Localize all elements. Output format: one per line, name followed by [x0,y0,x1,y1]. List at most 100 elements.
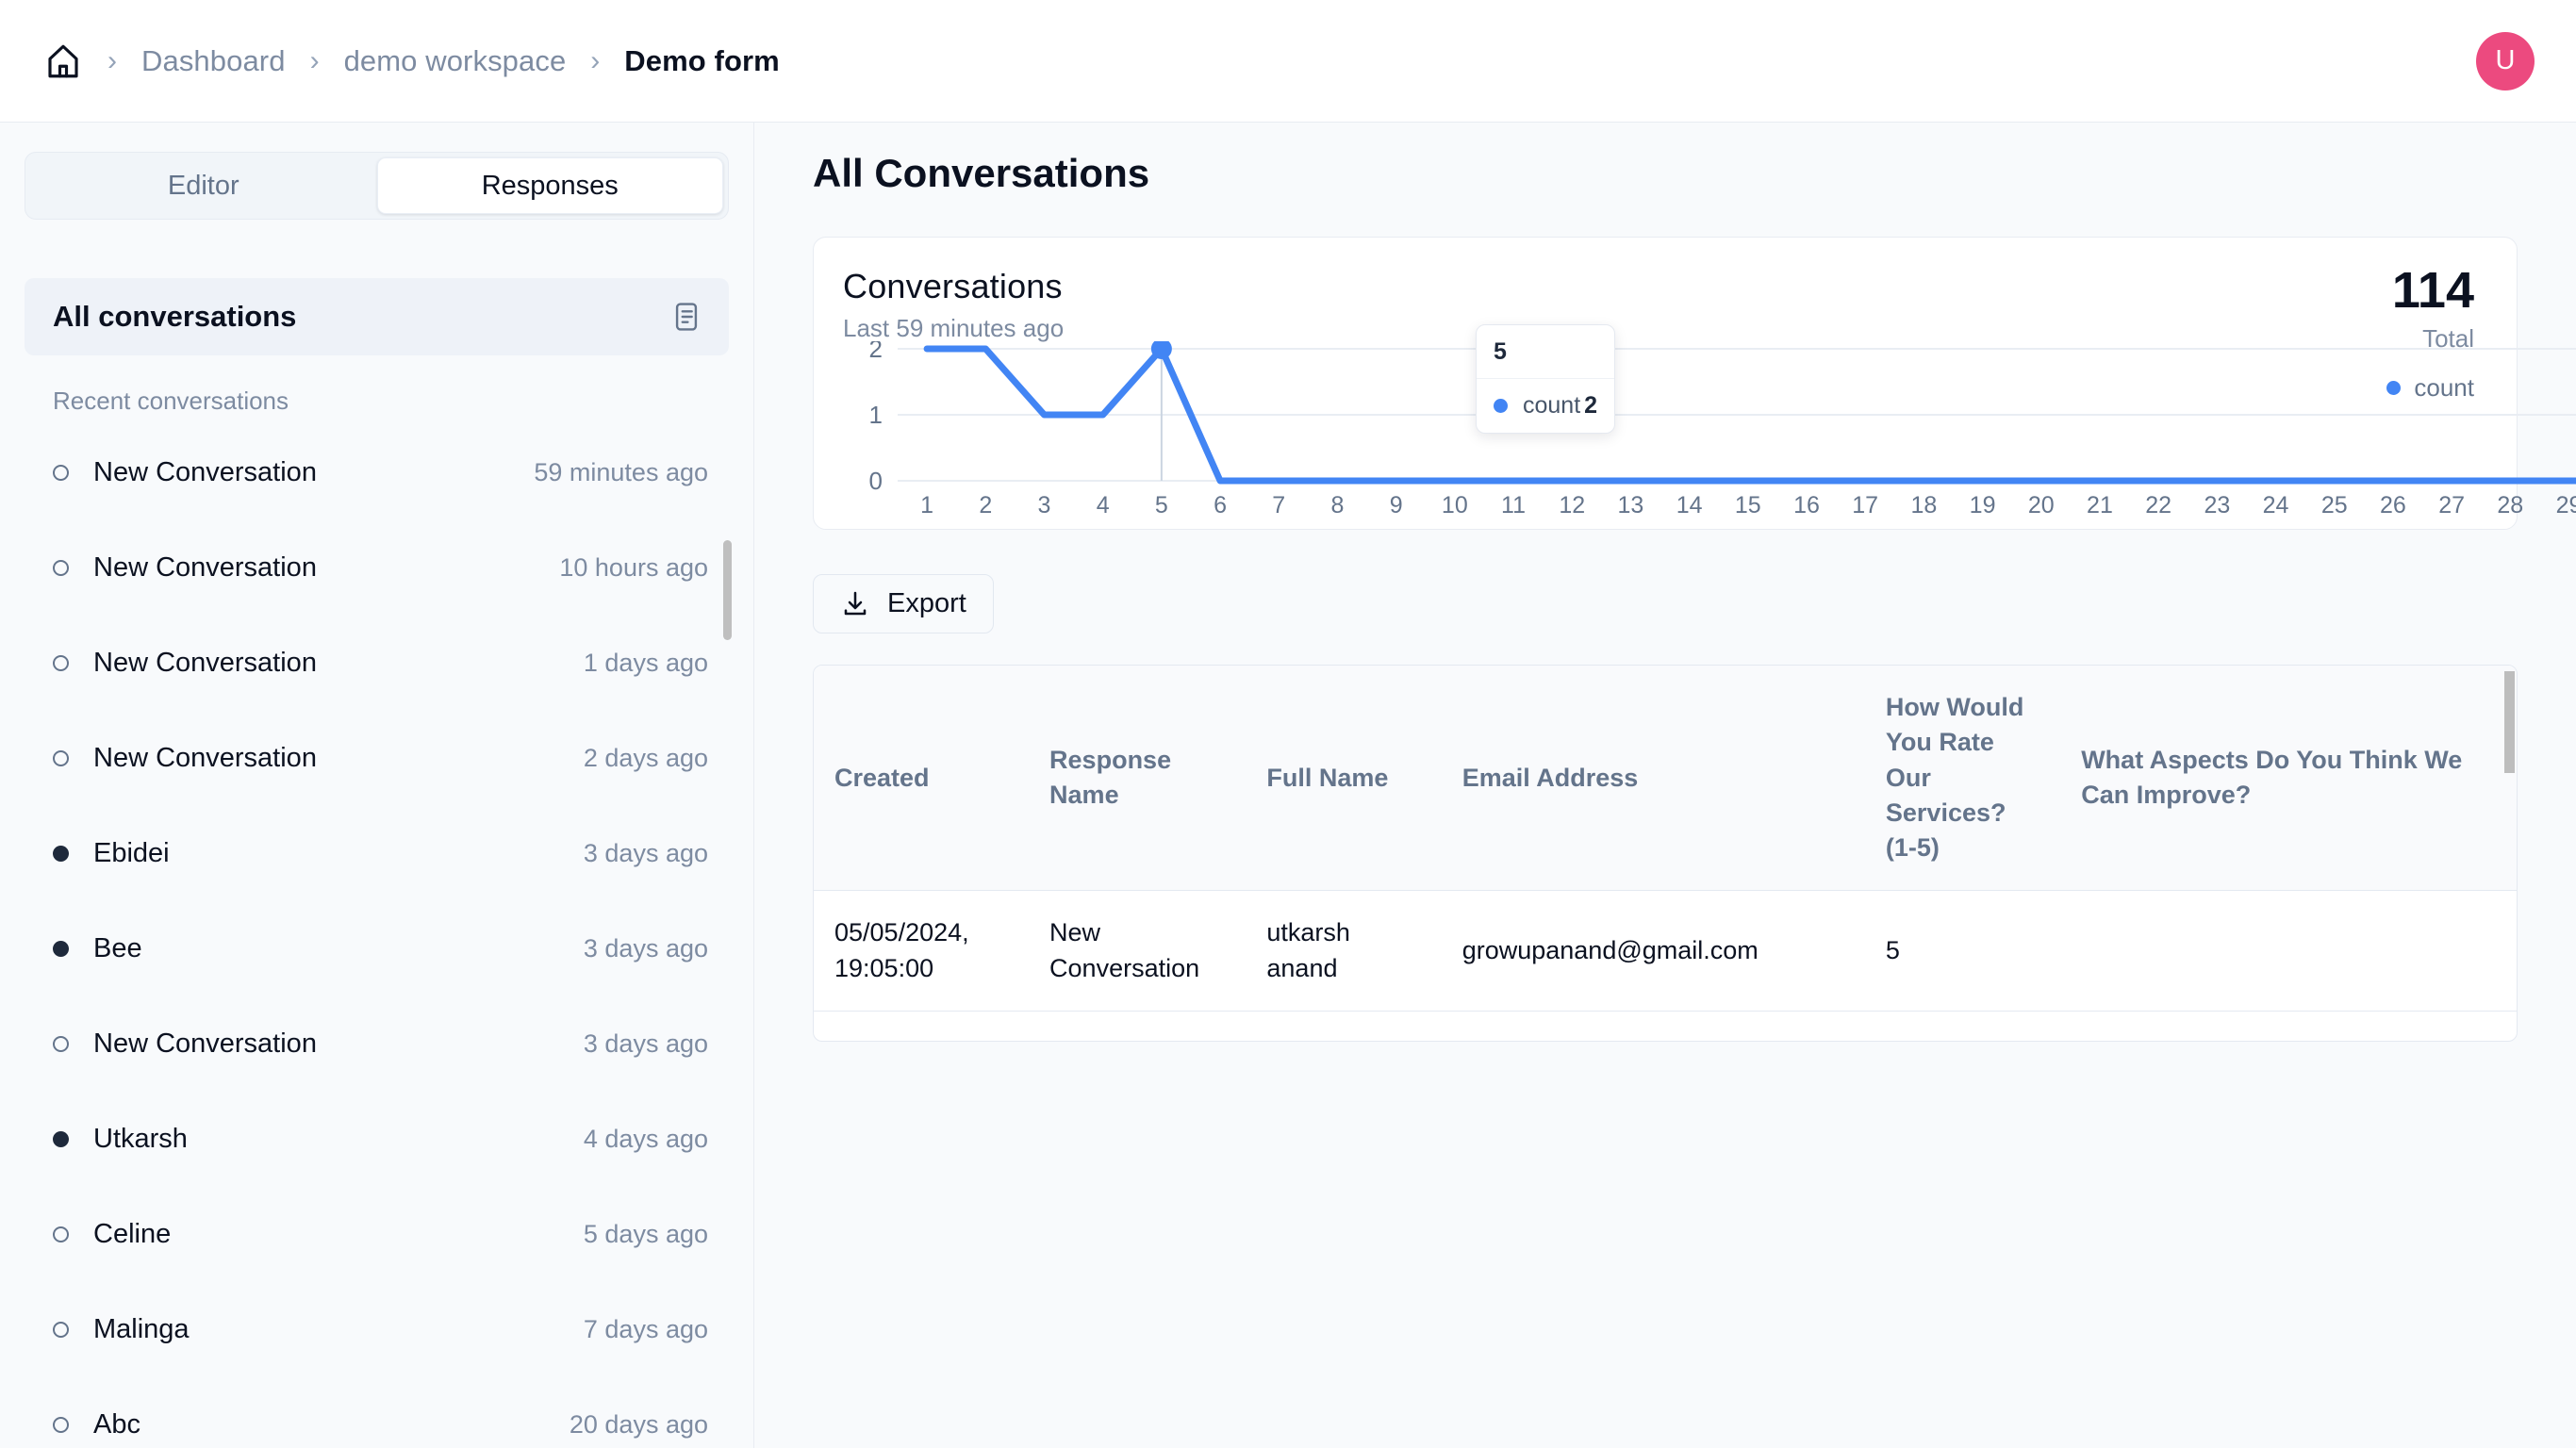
svg-text:5: 5 [1155,492,1168,518]
tab-responses-label: Responses [481,170,619,201]
column-header-full-name[interactable]: Full Name [1246,666,1442,892]
status-dot-icon [53,560,69,576]
breadcrumb-item-current: Demo form [624,43,780,77]
svg-text:21: 21 [2087,492,2113,518]
sidebar-scrollbar[interactable] [723,540,732,640]
svg-text:25: 25 [2321,492,2348,518]
breadcrumb-item-workspace[interactable]: demo workspace [344,44,567,78]
avatar[interactable]: U [2476,31,2535,90]
svg-text:7: 7 [1272,492,1285,518]
cell-response-name: New Conversation [1029,890,1247,1012]
column-header-improve[interactable]: What Aspects Do You Think We Can Improve… [2060,666,2517,892]
status-dot-icon [53,846,69,862]
conversation-time: 5 days ago [583,1220,708,1248]
svg-text:26: 26 [2380,492,2406,518]
conversation-name: Malinga [93,1314,190,1344]
table-row[interactable]: 05/05/2024, 19:05:00 New Conversation ut… [814,890,2517,1012]
chart-title: Conversations [843,267,1063,305]
conversation-time: 2 days ago [583,744,708,772]
conversation-name: Ebidei [93,838,170,868]
column-header-rating[interactable]: How Would You Rate Our Services? (1-5) [1864,666,2061,892]
list-item[interactable]: New Conversation 59 minutes ago [25,425,729,520]
conversation-name: Celine [93,1219,172,1249]
tab-editor-label: Editor [167,170,239,201]
list-item[interactable]: Utkarsh 4 days ago [25,1092,729,1187]
list-item[interactable]: New Conversation 2 days ago [25,711,729,806]
svg-text:17: 17 [1852,492,1878,518]
list-item[interactable]: Bee 3 days ago [25,901,729,996]
svg-text:2: 2 [979,492,992,518]
column-header-response-name[interactable]: Response Name [1029,666,1247,892]
conversation-time: 4 days ago [583,1125,708,1153]
svg-text:9: 9 [1390,492,1403,518]
download-icon [840,589,870,619]
status-dot-icon [53,655,69,671]
table-header: Created Response Name Full Name Email Ad… [814,666,2517,892]
table-header-row: Created Response Name Full Name Email Ad… [814,666,2517,892]
column-header-created[interactable]: Created [814,666,1030,892]
table-row[interactable]: 05/05/2024, 09:37:20 New Conversation [814,1011,2517,1041]
breadcrumb-item-dashboard[interactable]: Dashboard [141,44,286,78]
page-body: Editor Responses All conversations Recen… [0,123,2576,1448]
conversation-name: Abc [93,1409,140,1440]
export-button[interactable]: Export [813,574,994,634]
column-header-email-address[interactable]: Email Address [1441,666,1865,892]
conversation-time: 20 days ago [569,1410,708,1439]
document-list-icon[interactable] [670,301,702,333]
cell-response-name: New Conversation [1029,1011,1247,1041]
tab-responses[interactable]: Responses [376,157,723,214]
svg-text:10: 10 [1442,492,1468,518]
cell-created: 05/05/2024, 09:37:20 [814,1011,1030,1041]
status-dot-icon [53,1322,69,1338]
svg-text:1: 1 [920,492,933,518]
sidebar-item-all-conversations[interactable]: All conversations [25,278,729,355]
cell-email: growupanand@gmail.com [1441,890,1865,1012]
breadcrumb-separator-2: › [309,44,320,76]
list-item[interactable]: Ebidei 3 days ago [25,806,729,901]
svg-text:14: 14 [1676,492,1703,518]
svg-text:19: 19 [1970,492,1996,518]
status-dot-icon [53,1226,69,1242]
conversation-time: 3 days ago [583,1029,708,1058]
cell-rating [1864,1011,2061,1041]
cell-improve [2060,890,2517,1012]
list-item[interactable]: New Conversation 1 days ago [25,616,729,711]
status-dot-icon [53,941,69,957]
cell-improve [2060,1011,2517,1041]
svg-text:8: 8 [1330,492,1344,518]
list-item[interactable]: New Conversation 3 days ago [25,996,729,1092]
line-chart[interactable]: 0121 2 3 4 5 6 7 8 9 10 11 12 13 14 15 16 17 18 19 20 21 22 23… [843,341,2576,520]
breadcrumb-separator-3: › [590,44,601,76]
tab-editor[interactable]: Editor [30,157,377,214]
list-item[interactable]: Abc 20 days ago [25,1377,729,1448]
tooltip-series-name: count [1523,392,1581,419]
svg-text:11: 11 [1501,492,1526,518]
breadcrumb-separator-1: › [107,44,117,76]
cell-full-name: utkarsh anand [1246,890,1442,1012]
cell-rating: 5 [1864,890,2061,1012]
svg-text:2: 2 [869,341,883,363]
list-item[interactable]: Malinga 7 days ago [25,1282,729,1377]
list-item[interactable]: Celine 5 days ago [25,1187,729,1282]
tooltip-series-dot-icon [1494,399,1508,413]
cell-full-name [1246,1011,1442,1041]
conversation-name: New Conversation [93,743,317,773]
cell-created: 05/05/2024, 19:05:00 [814,890,1030,1012]
table-scrollbar[interactable] [2504,671,2515,773]
all-conversations-label: All conversations [53,300,297,333]
conversation-name: Utkarsh [93,1124,188,1154]
total-value: 114 [2391,262,2474,319]
svg-text:6: 6 [1214,492,1227,518]
status-dot-icon [53,750,69,766]
conversation-name: New Conversation [93,552,317,583]
chart-subtitle: Last 59 minutes ago [843,314,1065,342]
conversation-time: 10 hours ago [559,553,708,582]
avatar-initial: U [2495,45,2516,75]
recent-conversations-label: Recent conversations [53,387,289,415]
list-item[interactable]: New Conversation 10 hours ago [25,520,729,616]
conversation-name: Bee [93,933,142,963]
home-icon[interactable] [43,41,83,81]
svg-text:4: 4 [1097,492,1110,518]
conversations-chart-card: Conversations Last 59 minutes ago 114 To… [813,237,2576,530]
status-dot-icon [53,465,69,481]
